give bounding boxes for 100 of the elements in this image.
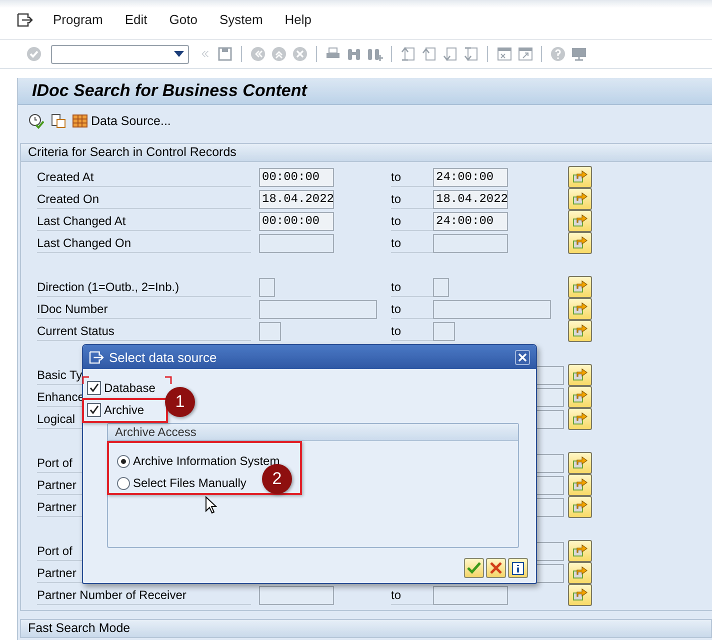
last-page-icon[interactable]: [463, 46, 479, 62]
input-field[interactable]: 18.04.2022: [433, 190, 508, 208]
input-field[interactable]: [259, 234, 334, 252]
multiple-selection-button[interactable]: [568, 276, 592, 298]
input-field[interactable]: 00:00:00: [259, 212, 334, 230]
grid-icon: [72, 113, 88, 129]
arrow-window-icon: [572, 544, 588, 558]
input-field[interactable]: [433, 300, 551, 318]
first-page-icon[interactable]: [400, 46, 416, 62]
input-field[interactable]: [259, 300, 377, 318]
arrow-window-icon: [572, 192, 588, 206]
menu-item[interactable]: Goto: [169, 12, 198, 27]
multiple-selection-button[interactable]: [568, 232, 592, 254]
checkbox[interactable]: [87, 381, 101, 395]
arrow-window-icon: [572, 368, 588, 382]
input-field[interactable]: [259, 586, 334, 604]
copy-icon[interactable]: [50, 113, 66, 129]
multiple-selection-button[interactable]: [568, 584, 592, 606]
monitor-icon[interactable]: [571, 46, 587, 62]
back-icon[interactable]: [250, 46, 266, 62]
input-field[interactable]: [433, 234, 508, 252]
group-title: Archive Access: [108, 424, 518, 441]
clock-check-icon[interactable]: [28, 113, 44, 129]
binoculars-plus-icon[interactable]: [367, 46, 383, 62]
arrow-window-icon: [572, 324, 588, 338]
multiple-selection-button[interactable]: [568, 386, 592, 408]
arrow-window-icon: [572, 302, 588, 316]
arrow-window-icon: [572, 170, 588, 184]
mouse-cursor-icon: [205, 496, 217, 514]
arrow-window-icon: [572, 566, 588, 580]
input-field[interactable]: 24:00:00: [433, 212, 508, 230]
binoculars-icon[interactable]: [346, 46, 362, 62]
data-source-button[interactable]: Data Source...: [72, 113, 171, 129]
field-label: Last Changed At: [37, 211, 251, 231]
menu-item[interactable]: Help: [284, 12, 312, 27]
confirm-button[interactable]: [464, 558, 484, 578]
input-field[interactable]: 24:00:00: [433, 168, 508, 186]
field-label: Current Status: [37, 321, 251, 341]
help-icon[interactable]: [550, 46, 566, 62]
multiple-selection-button[interactable]: [568, 474, 592, 496]
arrow-window-icon: [572, 588, 588, 602]
input-field[interactable]: [433, 586, 508, 604]
checkbox[interactable]: [87, 403, 101, 417]
multiple-selection-button[interactable]: [568, 210, 592, 232]
multiple-selection-button[interactable]: [568, 364, 592, 386]
close-button[interactable]: [515, 350, 530, 364]
field-label: Direction (1=Outb., 2=Inb.): [37, 277, 251, 297]
field-label: Last Changed On: [37, 233, 251, 253]
multiple-selection-button[interactable]: [568, 298, 592, 320]
multiple-selection-button[interactable]: [568, 452, 592, 474]
enter-icon[interactable]: [26, 46, 42, 62]
cancel-button[interactable]: [486, 558, 506, 578]
multiple-selection-button[interactable]: [568, 408, 592, 430]
radio-label: Select Files Manually: [133, 476, 246, 490]
multiple-selection-button[interactable]: [568, 166, 592, 188]
next-page-icon[interactable]: [442, 46, 458, 62]
input-field[interactable]: 00:00:00: [259, 168, 334, 186]
new-window-icon[interactable]: [496, 46, 512, 62]
arrow-window-icon: [572, 280, 588, 294]
radio-dot-icon: [121, 458, 126, 464]
arrow-window-icon: [572, 478, 588, 492]
field-label: Created At: [37, 167, 251, 187]
menu-item[interactable]: System: [219, 12, 263, 27]
dialog-icon: [89, 350, 104, 364]
info-button[interactable]: [508, 558, 528, 578]
arrow-window-icon: [572, 390, 588, 404]
multiple-selection-button[interactable]: [568, 496, 592, 518]
screen-title: IDoc Search for Business Content: [32, 81, 307, 101]
multiple-selection-button[interactable]: [568, 562, 592, 584]
previous-page-icon[interactable]: [421, 46, 437, 62]
command-field[interactable]: [51, 44, 189, 64]
input-field[interactable]: 18.04.2022: [259, 190, 334, 208]
multiple-selection-button[interactable]: [568, 540, 592, 562]
arrow-window-icon: [572, 456, 588, 470]
multiple-selection-button[interactable]: [568, 188, 592, 210]
field-label: IDoc Number: [37, 299, 251, 319]
dialog-title: Select data source: [109, 350, 218, 364]
input-field[interactable]: [259, 322, 281, 340]
menu-item[interactable]: Program: [53, 12, 103, 27]
cancel-icon[interactable]: [292, 46, 308, 62]
arrow-window-icon: [572, 214, 588, 228]
input-field[interactable]: [259, 278, 275, 296]
radio-button[interactable]: [117, 454, 130, 468]
arrow-window-icon: [572, 412, 588, 426]
group-title: Fast Search Mode: [20, 619, 712, 638]
arrow-window-icon: [572, 236, 588, 250]
exit-icon[interactable]: [271, 46, 287, 62]
radio-button[interactable]: [117, 476, 130, 490]
save-icon[interactable]: [217, 46, 233, 62]
menu-icon[interactable]: [17, 12, 33, 26]
close-icon[interactable]: [518, 352, 527, 362]
input-field[interactable]: [433, 322, 455, 340]
dropdown-icon[interactable]: [174, 51, 184, 57]
shortcut-icon[interactable]: [517, 46, 533, 62]
field-label: Partner Number of Receiver: [37, 585, 251, 605]
input-field[interactable]: [433, 278, 449, 296]
group-title: Criteria for Search in Control Records: [21, 144, 712, 162]
menu-item[interactable]: Edit: [124, 12, 148, 27]
multiple-selection-button[interactable]: [568, 320, 592, 342]
field-label: Created On: [37, 189, 251, 209]
